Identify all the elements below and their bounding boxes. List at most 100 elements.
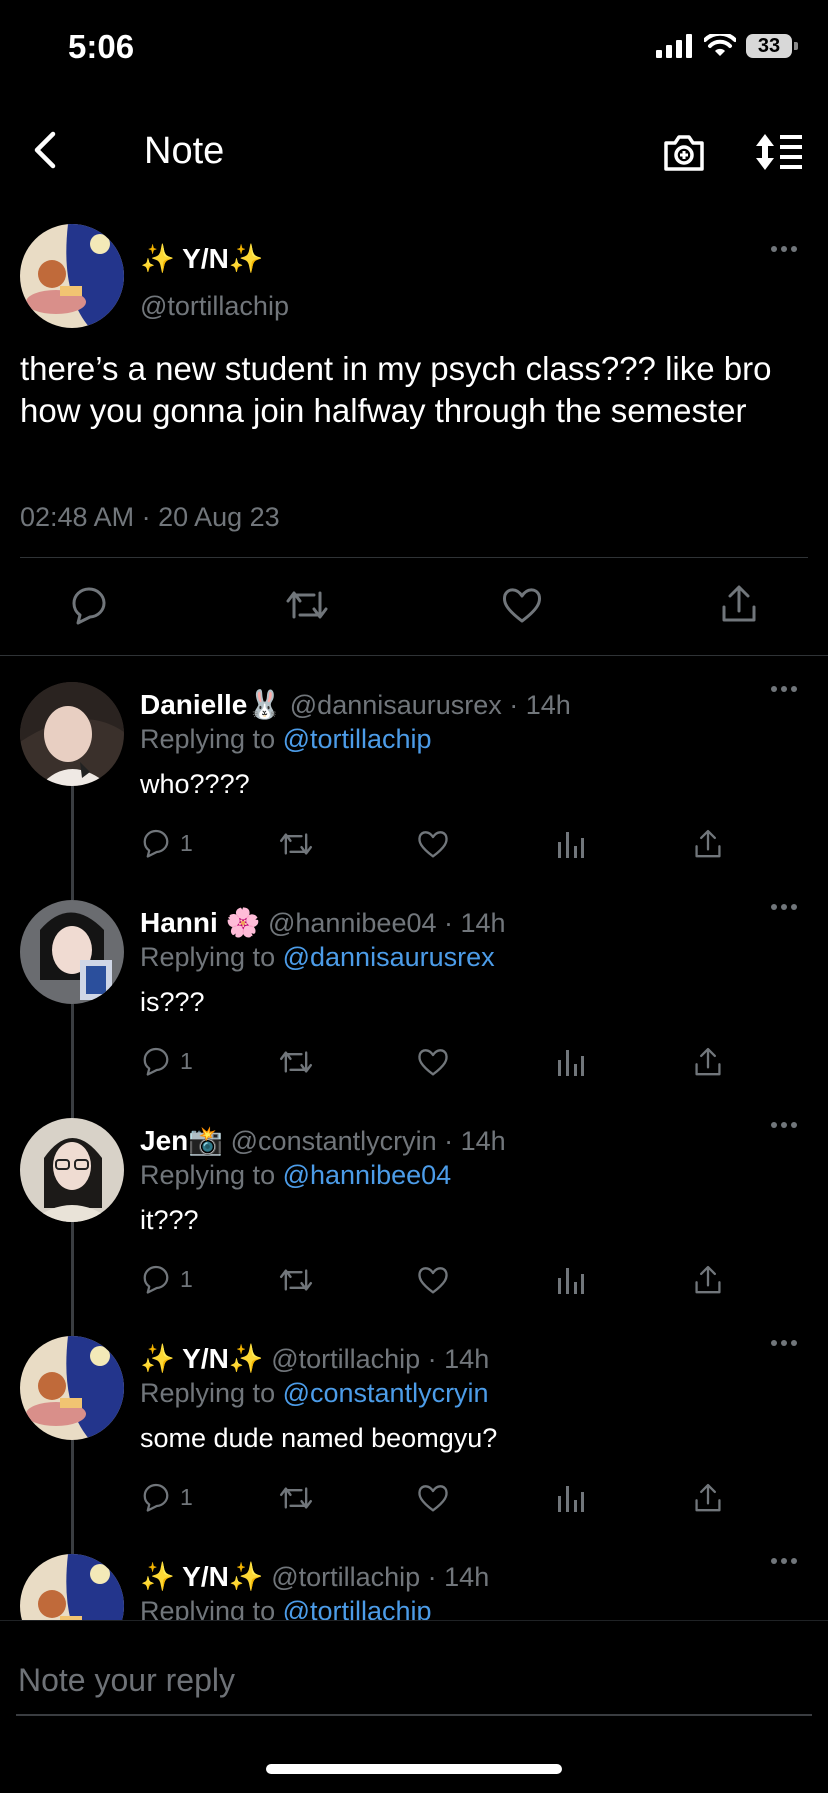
reply-header: ✨ Y/N✨ @tortillachip · 14h [140,1342,489,1375]
more-button[interactable] [770,1120,798,1130]
reply-author-name[interactable]: ✨ Y/N✨ [140,1343,264,1374]
retweet-icon [279,1051,313,1073]
retweet-button[interactable] [278,1482,314,1514]
reply-actions: 1 [140,1482,740,1518]
avatar-image [20,1118,124,1222]
analytics-icon [558,832,584,858]
reply-actions: 1 [140,1264,740,1300]
analytics-button[interactable] [556,1482,586,1514]
analytics-icon [558,1268,584,1294]
reply-avatar[interactable] [20,1118,124,1222]
mention-link[interactable]: @dannisaurusrex [283,942,495,972]
signal-icon [656,34,692,58]
sort-icon [756,134,802,170]
like-button[interactable] [416,1046,450,1078]
like-button[interactable] [416,1264,450,1296]
reply-actions: 1 [140,828,740,864]
thread-line [71,1222,74,1336]
reply-button[interactable]: 1 [140,1482,193,1512]
more-icon [771,246,797,252]
share-button[interactable] [692,828,724,860]
more-icon [771,1558,797,1564]
section-divider [0,655,828,656]
mention-link[interactable]: @constantlycryin [283,1378,489,1408]
reply-avatar[interactable] [20,900,124,1004]
reply-item[interactable]: Hanni 🌸 @hannibee04 · 14h Replying to @da… [0,900,828,1118]
reply-button[interactable]: 1 [140,828,193,858]
reply-button[interactable]: 1 [140,1046,193,1076]
avatar-image [20,1336,124,1440]
reply-icon [143,1047,169,1076]
retweet-icon [279,833,313,855]
author-name[interactable]: ✨ Y/N✨ [140,242,264,275]
sort-button[interactable] [752,128,806,176]
reply-button[interactable] [68,585,110,625]
replying-to: Replying to @hannibee04 [140,1160,451,1191]
more-button[interactable] [770,1338,798,1348]
reply-item[interactable]: Jen📸 @constantlycryin · 14h Replying to @… [0,1118,828,1336]
reply-author-handle[interactable]: @tortillachip · 14h [271,1344,489,1374]
replying-to: Replying to @tortillachip [140,724,432,755]
analytics-button[interactable] [556,1264,586,1296]
analytics-button[interactable] [556,828,586,860]
replying-prefix: Replying to [140,724,283,754]
analytics-button[interactable] [556,1046,586,1078]
mention-link[interactable]: @hannibee04 [283,1160,452,1190]
reply-author-name[interactable]: Danielle🐰 [140,689,282,720]
more-button[interactable] [770,244,798,254]
share-button[interactable] [692,1264,724,1296]
reply-button[interactable]: 1 [140,1264,193,1294]
replying-to: Replying to @constantlycryin [140,1378,489,1409]
analytics-icon [558,1486,584,1512]
reply-author-name[interactable]: ✨ Y/N✨ [140,1561,264,1592]
avatar-image [20,224,124,328]
reply-author-handle[interactable]: @dannisaurusrex · 14h [290,690,571,720]
more-button[interactable] [770,684,798,694]
avatar-image [20,682,124,786]
share-button[interactable] [692,1046,724,1078]
author-avatar[interactable] [20,224,124,328]
retweet-button[interactable] [278,828,314,860]
retweet-button[interactable] [278,1046,314,1078]
mention-link[interactable]: @tortillachip [283,724,432,754]
retweet-icon [279,1269,313,1291]
more-button[interactable] [770,902,798,912]
tweet-timestamp: 02:48 AM · 20 Aug 23 [20,502,280,532]
retweet-button[interactable] [284,585,330,625]
reply-text: some dude named beomgyu? [140,1423,498,1453]
replying-prefix: Replying to [140,1378,283,1408]
back-button[interactable] [22,128,66,172]
reply-item[interactable]: ✨ Y/N✨ @tortillachip · 14h Replying to @c… [0,1336,828,1554]
like-button[interactable] [416,1482,450,1514]
reply-text: is??? [140,987,205,1017]
share-button[interactable] [718,583,760,625]
replying-prefix: Replying to [140,942,283,972]
reply-header: Hanni 🌸 @hannibee04 · 14h [140,906,506,939]
home-indicator[interactable] [266,1764,562,1774]
share-icon [695,829,721,858]
thread-line [71,786,74,900]
reply-count: 1 [180,1265,193,1292]
camera-button[interactable] [660,128,708,176]
share-button[interactable] [692,1482,724,1514]
reply-avatar[interactable] [20,1336,124,1440]
status-icons: 33 [656,34,798,58]
reply-input[interactable] [16,1644,816,1716]
author-handle[interactable]: @tortillachip [140,291,289,322]
retweet-button[interactable] [278,1264,314,1296]
thread-line [71,1004,74,1118]
like-button[interactable] [500,585,544,625]
more-icon [771,904,797,910]
like-button[interactable] [416,828,450,860]
reply-author-handle[interactable]: @tortillachip · 14h [271,1562,489,1592]
reply-author-name[interactable]: Hanni 🌸 [140,907,260,938]
reply-author-name[interactable]: Jen📸 [140,1125,223,1156]
reply-item[interactable]: Danielle🐰 @dannisaurusrex · 14h Replying … [0,682,828,900]
reply-author-handle[interactable]: @constantlycryin · 14h [231,1126,506,1156]
page-title: Note [144,130,225,172]
more-icon [771,1122,797,1128]
more-button[interactable] [770,1556,798,1566]
reply-avatar[interactable] [20,682,124,786]
like-icon [418,1267,448,1294]
reply-author-handle[interactable]: @hannibee04 · 14h [268,908,506,938]
